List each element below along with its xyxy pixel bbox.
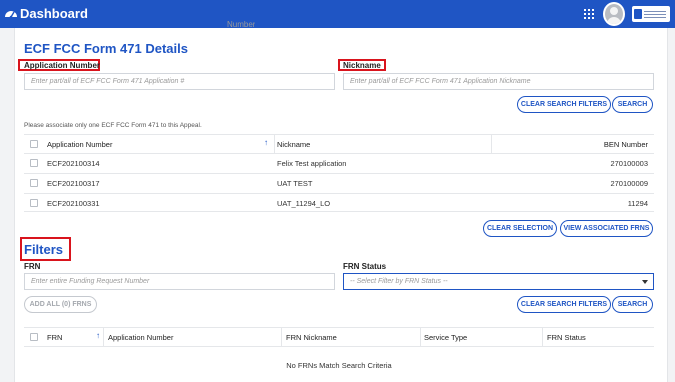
app-number-input[interactable]: Enter part/all of ECF FCC Form 471 Appli… — [24, 73, 335, 90]
applications-table-header: Application Number ↑ Nickname BEN Number — [24, 134, 654, 154]
frn-status-selected-value: -- Select Filter by FRN Status -- — [350, 278, 448, 285]
column-divider — [281, 328, 282, 347]
column-header-frn-status[interactable]: FRN Status — [547, 333, 586, 342]
nickname-input[interactable]: Enter part/all of ECF FCC Form 471 Appli… — [343, 73, 654, 90]
select-all-checkbox[interactable] — [30, 140, 38, 148]
empty-state-message: No FRNs Match Search Criteria — [286, 361, 392, 370]
clear-search-filters-button[interactable]: CLEAR SEARCH FILTERS — [517, 96, 611, 113]
cell-nickname: UAT_11294_LO — [277, 199, 331, 208]
column-divider — [420, 328, 421, 347]
column-divider — [274, 135, 275, 154]
column-divider — [103, 328, 104, 347]
nickname-label: Nickname — [343, 61, 381, 70]
column-header-app-number[interactable]: Application Number — [47, 140, 112, 149]
cell-app-number: ECF202100331 — [47, 199, 100, 208]
frn-status-select[interactable]: -- Select Filter by FRN Status -- — [343, 273, 654, 290]
column-header-nickname[interactable]: Nickname — [277, 140, 310, 149]
column-header-frn-nickname[interactable]: FRN Nickname — [286, 333, 337, 342]
usac-logo[interactable] — [632, 6, 670, 22]
table-row[interactable]: ECF202100331 UAT_11294_LO 11294 — [24, 193, 654, 212]
cell-nickname: UAT TEST — [277, 179, 313, 188]
scrolled-column-label: Number — [227, 20, 256, 28]
app-number-label: Application Number — [24, 61, 101, 70]
column-divider — [542, 328, 543, 347]
column-header-frn[interactable]: FRN — [47, 333, 62, 342]
row-checkbox[interactable] — [30, 159, 38, 167]
filters-title: Filters — [24, 242, 64, 257]
page-title: Dashboard — [20, 6, 88, 21]
apps-grid-icon[interactable] — [584, 9, 594, 19]
top-navigation-bar: Dashboard — [0, 0, 675, 28]
cell-ben-number: 270100009 — [610, 179, 648, 188]
frn-status-label: FRN Status — [343, 262, 387, 271]
frn-input[interactable]: Enter entire Funding Request Number — [24, 273, 335, 290]
row-checkbox[interactable] — [30, 199, 38, 207]
table-row[interactable]: ECF202100317 UAT TEST 270100009 — [24, 173, 654, 192]
dashboard-icon — [5, 11, 17, 19]
association-note: Please associate only one ECF FCC Form 4… — [24, 122, 202, 129]
clear-search-filters-button[interactable]: CLEAR SEARCH FILTERS — [517, 296, 611, 313]
frn-table-header: FRN ↑ Application Number FRN Nickname Se… — [24, 327, 654, 347]
cell-app-number: ECF202100317 — [47, 179, 100, 188]
column-header-application-number[interactable]: Application Number — [108, 333, 173, 342]
column-header-ben-number[interactable]: BEN Number — [604, 140, 648, 149]
cell-ben-number: 11294 — [627, 199, 648, 208]
row-checkbox[interactable] — [30, 179, 38, 187]
column-header-service-type[interactable]: Service Type — [424, 333, 467, 342]
user-avatar[interactable] — [603, 2, 625, 26]
cell-app-number: ECF202100314 — [47, 159, 100, 168]
ecf-section-title: ECF FCC Form 471 Details — [24, 41, 188, 56]
cell-nickname: Felix Test application — [277, 159, 347, 168]
select-all-checkbox[interactable] — [30, 333, 38, 341]
sort-arrow-up-icon[interactable]: ↑ — [264, 138, 268, 147]
search-button[interactable]: SEARCH — [612, 296, 653, 313]
table-row[interactable]: ECF202100314 Felix Test application 2701… — [24, 153, 654, 172]
chevron-down-icon — [642, 280, 648, 284]
view-associated-frns-button[interactable]: VIEW ASSOCIATED FRNS — [560, 220, 653, 237]
clear-selection-button[interactable]: CLEAR SELECTION — [483, 220, 557, 237]
add-all-frns-button[interactable]: ADD ALL (0) FRNS — [24, 296, 97, 313]
sort-arrow-up-icon[interactable]: ↑ — [96, 331, 100, 340]
column-divider — [491, 135, 492, 154]
cell-ben-number: 270100003 — [610, 159, 648, 168]
search-button[interactable]: SEARCH — [612, 96, 653, 113]
frn-label: FRN — [24, 262, 41, 271]
